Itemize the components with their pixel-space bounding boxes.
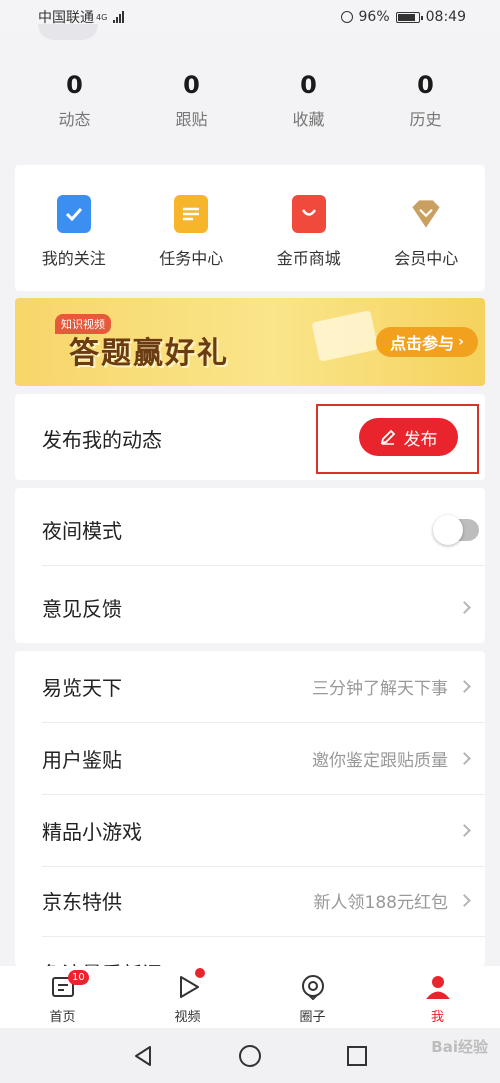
stat-count: 0: [183, 71, 200, 99]
stat-comments[interactable]: 0 跟贴: [133, 70, 250, 140]
back-icon[interactable]: [132, 1045, 154, 1067]
row-label: 易览天下: [42, 676, 122, 700]
row-review[interactable]: 用户鉴贴 邀你鉴定跟贴质量: [42, 723, 485, 795]
join-button-label: 点击参与: [390, 334, 455, 353]
publish-card: 发布我的动态 发布: [15, 394, 485, 480]
stat-label: 动态: [58, 110, 91, 129]
stat-history[interactable]: 0 历史: [367, 70, 484, 140]
quick-item-label: 会员中心: [394, 249, 459, 268]
quick-item-membership[interactable]: 会员中心: [368, 165, 486, 291]
publish-label: 发布我的动态: [42, 428, 162, 452]
row-feedback[interactable]: 意见反馈: [42, 572, 485, 643]
tab-video[interactable]: 视频: [125, 966, 250, 1028]
pencil-icon: [380, 429, 395, 445]
stat-label: 历史: [409, 110, 442, 129]
stat-label: 跟贴: [175, 110, 208, 129]
tab-label: 首页: [49, 1010, 76, 1025]
stat-count: 0: [300, 71, 317, 99]
chevron-right-icon: [458, 680, 471, 693]
quick-item-tasks[interactable]: 任务中心: [133, 165, 251, 291]
quick-item-coin-mall[interactable]: 金币商城: [250, 165, 368, 291]
chevron-right-icon: [458, 752, 471, 765]
alarm-icon: [340, 11, 353, 23]
network-type: 4G: [96, 12, 108, 22]
feature-list: 易览天下 三分钟了解天下事 用户鉴贴 邀你鉴定跟贴质量 精品小游戏 京东特供 新…: [15, 651, 485, 966]
tab-label: 我: [430, 1010, 444, 1025]
bookmark-icon: [56, 195, 91, 233]
tab-label: 视频: [174, 1010, 201, 1025]
chevron-right-icon: [458, 824, 471, 837]
system-nav-bar: [0, 1028, 500, 1083]
stat-count: 0: [417, 71, 434, 99]
quick-item-label: 我的关注: [41, 249, 106, 268]
stat-label: 收藏: [292, 110, 325, 129]
row-subtitle: 新人领188元红包: [313, 893, 448, 913]
red-dot-indicator: [195, 968, 205, 978]
quick-item-label: 金币商城: [276, 249, 341, 268]
user-icon: [425, 976, 450, 999]
quick-actions: 我的关注 任务中心 金币商城 会员中心: [15, 165, 485, 291]
chevron-right-icon: ›: [458, 334, 464, 350]
tab-label: 圈子: [299, 1010, 326, 1025]
row-games[interactable]: 精品小游戏: [42, 795, 485, 867]
stat-favorites[interactable]: 0 收藏: [250, 70, 367, 140]
night-mode-toggle[interactable]: [433, 514, 479, 545]
row-label: 精品小游戏: [42, 820, 142, 844]
row-subtitle: 邀你鉴定跟贴质量: [312, 751, 448, 771]
row-jd[interactable]: 京东特供 新人领188元红包: [42, 865, 485, 937]
settings-card: 夜间模式 意见反馈: [15, 488, 485, 643]
diamond-icon: [409, 195, 443, 233]
row-label: 免流量看新闻: [42, 958, 485, 966]
row-label: 意见反馈: [42, 597, 122, 621]
circle-chat-icon: [301, 975, 324, 1001]
tab-home[interactable]: 10 首页: [0, 966, 125, 1028]
avatar[interactable]: [38, 24, 98, 40]
tab-circle[interactable]: 圈子: [250, 966, 375, 1028]
quick-item-label: 任务中心: [159, 249, 224, 268]
signal-icon: [113, 11, 125, 23]
notification-badge: 10: [68, 970, 89, 985]
play-icon: [179, 976, 199, 998]
chevron-right-icon: [458, 601, 471, 614]
join-button[interactable]: 点击参与 ›: [376, 327, 478, 357]
row-yilan[interactable]: 易览天下 三分钟了解天下事: [42, 651, 485, 723]
stat-count: 0: [66, 71, 83, 99]
stat-posts[interactable]: 0 动态: [16, 70, 133, 140]
home-icon[interactable]: [238, 1044, 262, 1068]
chevron-right-icon: [458, 894, 471, 907]
quiz-banner[interactable]: 知识视频 答题赢好礼 点击参与 ›: [15, 298, 485, 386]
shopping-bag-icon: [291, 195, 326, 233]
banner-title: 答题赢好礼: [69, 336, 229, 371]
user-stats: 0 动态 0 跟贴 0 收藏 0 历史: [0, 70, 500, 140]
battery-percent: 96%: [358, 9, 390, 25]
quick-item-following[interactable]: 我的关注: [15, 165, 133, 291]
book-illustration: [311, 310, 379, 362]
recents-icon[interactable]: [346, 1045, 368, 1067]
watermark: Bai经验: [431, 1038, 488, 1056]
clock: 08:49: [425, 9, 466, 25]
row-label: 京东特供: [42, 890, 122, 914]
row-subtitle: 三分钟了解天下事: [312, 679, 448, 699]
row-label: 用户鉴贴: [42, 748, 122, 772]
row-night-mode[interactable]: 夜间模式: [42, 494, 485, 566]
row-free-data[interactable]: 免流量看新闻: [42, 937, 485, 966]
task-list-icon: [174, 195, 209, 233]
publish-button-label: 发布: [403, 429, 438, 450]
toggle-knob: [433, 514, 463, 545]
tab-me[interactable]: 我: [375, 966, 500, 1028]
bottom-tab-bar: 10 首页 视频 圈子 我: [0, 966, 500, 1028]
battery-icon: [395, 11, 423, 23]
row-label: 夜间模式: [42, 519, 122, 543]
publish-button[interactable]: 发布: [359, 418, 458, 456]
